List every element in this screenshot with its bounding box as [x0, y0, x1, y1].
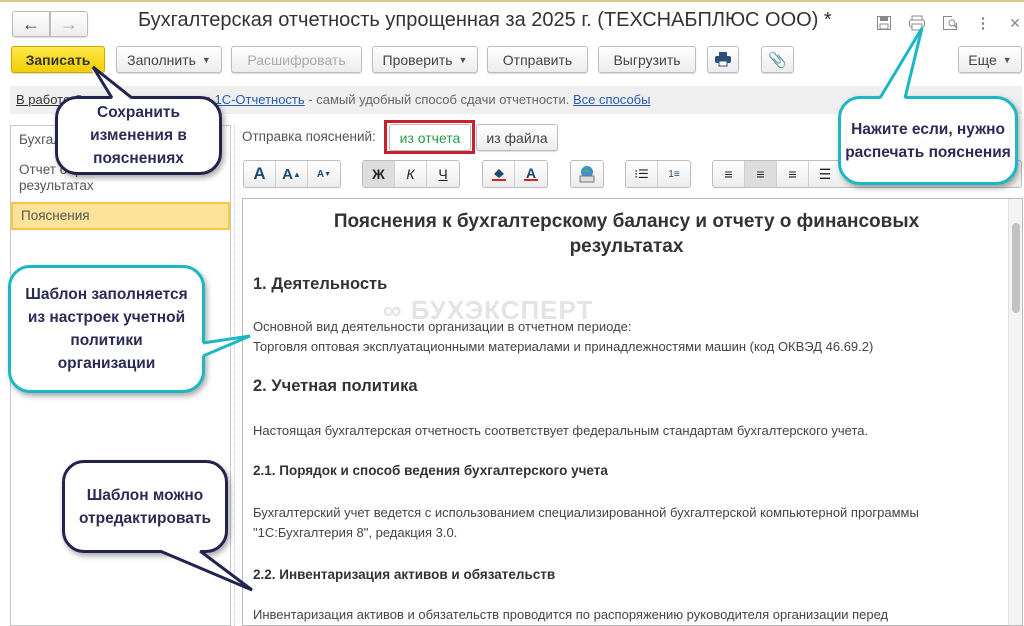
decode-button[interactable]: Расшифровать [231, 46, 362, 73]
align-right-icon[interactable]: ≡ [777, 161, 809, 187]
close-icon[interactable]: ✕ [1004, 12, 1024, 34]
list-group: ⁝☰ 1≡ [625, 160, 691, 188]
font-increase-icon[interactable]: A ▲ [276, 161, 308, 187]
text-style-group: Ж К Ч [362, 160, 460, 188]
more-button[interactable]: Еще ▼ [958, 46, 1022, 73]
paragraph: Инвентаризация активов и обязательств пр… [253, 607, 889, 622]
attach-button[interactable]: 📎 [761, 46, 794, 73]
caret-down-icon: ▼ [201, 54, 211, 65]
paragraph: Настоящая бухгалтерская отчетность соотв… [253, 423, 869, 438]
window-top-border [0, 0, 1024, 2]
preview-icon[interactable] [939, 12, 961, 34]
bullet-list-icon[interactable]: ⁝☰ [626, 161, 658, 187]
all-methods-link[interactable]: Все способы [573, 92, 650, 107]
sidebar-item-explanations[interactable]: Пояснения [11, 202, 230, 230]
document-title-line1: Пояснения к бухгалтерскому балансу и отч… [333, 211, 920, 232]
insert-image-icon[interactable] [571, 161, 603, 187]
printer-icon [715, 52, 731, 67]
font-color-icon[interactable]: A [515, 161, 547, 187]
fill-label: Заполнить [127, 51, 196, 68]
vertical-scrollbar[interactable] [1008, 199, 1022, 625]
subsection-heading: 2.1. Порядок и способ ведения бухгалтерс… [253, 463, 608, 478]
explanations-editor[interactable]: Пояснения к бухгалтерскому балансу и отч… [242, 198, 1023, 626]
export-button[interactable]: Выгрузить [598, 46, 696, 73]
italic-button[interactable]: К [395, 161, 427, 187]
check-label: Проверить [382, 51, 453, 68]
highlight-box [384, 120, 475, 154]
font-decrease-icon[interactable]: A ▼ [308, 161, 340, 187]
from-file-button[interactable]: из файла [476, 124, 558, 151]
font-icon[interactable]: A [244, 161, 276, 187]
paragraph: Торговля оптовая эксплуатационными матер… [253, 339, 874, 354]
check-button[interactable]: Проверить ▼ [372, 46, 478, 73]
section-heading: 2. Учетная политика [253, 377, 418, 395]
back-button[interactable]: ← [12, 11, 50, 37]
send-button[interactable]: Отправить [487, 46, 588, 73]
save-button[interactable]: Записать [11, 46, 105, 73]
paperclip-icon: 📎 [768, 51, 787, 69]
scrollbar-thumb[interactable] [1012, 223, 1020, 313]
paragraph: Основной вид деятельности организации в … [253, 319, 632, 334]
more-icon[interactable]: ⋮ [972, 12, 994, 34]
print-icon[interactable] [906, 12, 928, 34]
svg-text:A: A [526, 166, 536, 181]
paragraph: Бухгалтерский учет ведется с использован… [253, 505, 919, 520]
align-left-icon[interactable]: ≡ [713, 161, 745, 187]
1c-reporting-link[interactable]: 1С-Отчетность [214, 92, 304, 107]
paragraph: "1С:Бухгалтерия 8", редакция 3.0. [253, 525, 458, 540]
window-title: Бухгалтерская отчетность упрощенная за 2… [138, 9, 832, 31]
splitter[interactable] [234, 125, 238, 626]
caret-down-icon: ▼ [458, 54, 468, 65]
document-title: Пояснения к бухгалтерскому балансу и отч… [243, 209, 1010, 259]
fill-button[interactable]: Заполнить ▼ [116, 46, 222, 73]
forward-button[interactable]: → [50, 11, 88, 37]
more-label: Еще [968, 51, 997, 68]
callout-edit: Шаблон можно отредактировать [62, 460, 228, 553]
font-size-group: A A ▲ A ▼ [243, 160, 341, 188]
callout-template: Шаблон заполняется из настроек учетной п… [8, 265, 205, 393]
callout-print: Нажите если, нужно распечать пояснения [838, 96, 1018, 185]
align-justify-icon[interactable]: ☰ [809, 161, 841, 187]
subsection-heading: 2.2. Инвентаризация активов и обязательс… [253, 567, 556, 582]
numbered-list-icon[interactable]: 1≡ [658, 161, 690, 187]
underline-button[interactable]: Ч [427, 161, 459, 187]
image-group [570, 160, 604, 188]
bold-button[interactable]: Ж [363, 161, 395, 187]
arrow-left-icon: ← [22, 13, 40, 34]
color-group: A [482, 160, 548, 188]
print-button[interactable] [707, 46, 739, 73]
save-icon[interactable] [873, 12, 895, 34]
caret-down-icon: ▼ [1002, 54, 1012, 65]
background-color-icon[interactable] [483, 161, 515, 187]
align-center-icon[interactable]: ≡ [745, 161, 777, 187]
arrow-right-icon: → [60, 13, 78, 34]
send-explanations-label: Отправка пояснений: [242, 129, 376, 144]
info-text-2: - самый удобный способ сдачи отчетности. [308, 92, 570, 107]
section-heading: 1. Деятельность [253, 275, 388, 293]
callout-save: Сохранить изменения в пояснениях [55, 96, 222, 175]
document-title-line2: результатах [569, 236, 684, 257]
